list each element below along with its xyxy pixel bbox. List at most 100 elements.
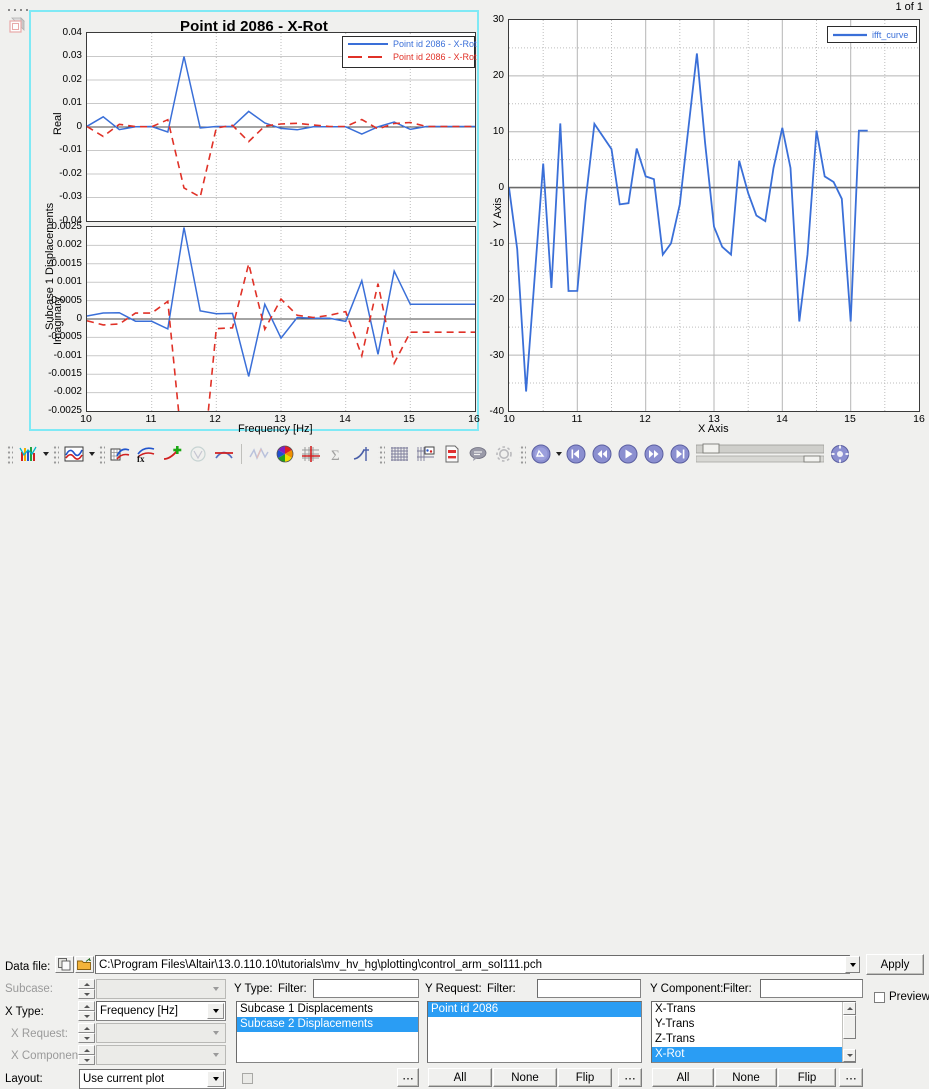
ycomponent-none-button[interactable]: None bbox=[715, 1068, 777, 1087]
settings-gear-icon[interactable] bbox=[491, 441, 517, 467]
yrequest-filter-input[interactable] bbox=[537, 979, 641, 998]
note-grid-icon[interactable] bbox=[413, 441, 439, 467]
plot-browser-icon[interactable] bbox=[61, 441, 87, 467]
yrequest-list[interactable]: Point id 2086 bbox=[427, 1001, 642, 1063]
scroll-up-icon[interactable] bbox=[843, 1002, 856, 1015]
layout-value: Use current plot bbox=[83, 1073, 165, 1085]
play-icon[interactable] bbox=[615, 441, 641, 467]
list-item[interactable]: Point id 2086 bbox=[428, 1002, 641, 1017]
xcomponent-combo[interactable] bbox=[96, 1045, 226, 1065]
list-item[interactable]: Z-Trans bbox=[652, 1032, 855, 1047]
xcomponent-combo-arrow[interactable] bbox=[207, 1047, 224, 1063]
yrequest-flip-button[interactable]: Flip bbox=[558, 1068, 612, 1087]
xtype-combo-arrow[interactable] bbox=[207, 1003, 224, 1019]
first-frame-icon[interactable] bbox=[563, 441, 589, 467]
ycomponent-list[interactable]: X-Trans Y-Trans Z-Trans X-Rot bbox=[651, 1001, 856, 1063]
plot-browser-dropdown-icon[interactable] bbox=[87, 443, 96, 465]
xrequest-spinner[interactable] bbox=[78, 1023, 95, 1043]
xtype-spinner[interactable] bbox=[78, 1001, 95, 1021]
ycomponent-all-button[interactable]: All bbox=[652, 1068, 714, 1087]
ytype-label: Y Type: bbox=[234, 983, 273, 995]
toolbar-grip[interactable] bbox=[378, 444, 385, 464]
animation-settings-icon[interactable] bbox=[827, 441, 853, 467]
list-item[interactable]: Y-Trans bbox=[652, 1017, 855, 1032]
ycomponent-flip-button[interactable]: Flip bbox=[778, 1068, 836, 1087]
curve-math-icon[interactable]: fx bbox=[133, 441, 159, 467]
apply-mode-dropdown-icon[interactable] bbox=[554, 443, 563, 465]
ytype-list[interactable]: Subcase 1 Displacements Subcase 2 Displa… bbox=[236, 1001, 419, 1063]
toolbar-grip[interactable] bbox=[52, 444, 59, 464]
signal-icon[interactable] bbox=[246, 441, 272, 467]
define-curves-icon[interactable] bbox=[107, 441, 133, 467]
pages-stack-icon[interactable] bbox=[6, 15, 26, 35]
build-plots-icon[interactable] bbox=[15, 441, 41, 467]
sum-icon[interactable]: Σ bbox=[324, 441, 350, 467]
data-file-dropdown-icon[interactable] bbox=[845, 956, 860, 973]
xrequest-combo[interactable] bbox=[96, 1023, 226, 1043]
xtype-combo[interactable]: Frequency [Hz] bbox=[96, 1001, 226, 1021]
xrequest-spin-up[interactable] bbox=[78, 1023, 95, 1033]
add-curve-icon[interactable] bbox=[159, 441, 185, 467]
list-item[interactable]: Subcase 1 Displacements bbox=[237, 1002, 418, 1017]
rewind-icon[interactable] bbox=[589, 441, 615, 467]
right-ytick: 10 bbox=[492, 126, 504, 137]
list-item[interactable]: X-Trans bbox=[652, 1002, 855, 1017]
preview-checkbox[interactable] bbox=[874, 992, 885, 1003]
right-plot-legend[interactable]: ifft_curve bbox=[827, 26, 917, 43]
right-axes[interactable] bbox=[508, 19, 920, 412]
color-wheel-icon[interactable] bbox=[272, 441, 298, 467]
ytype-extra-checkbox[interactable] bbox=[242, 1073, 253, 1084]
xcomponent-spin-up[interactable] bbox=[78, 1045, 95, 1055]
datum-icon[interactable] bbox=[350, 441, 376, 467]
list-item[interactable]: X-Rot bbox=[652, 1047, 855, 1062]
xcomponent-spin-down[interactable] bbox=[78, 1055, 95, 1065]
scroll-down-icon[interactable] bbox=[843, 1049, 856, 1062]
layout-combo[interactable]: Use current plot bbox=[79, 1069, 226, 1089]
scroll-thumb[interactable] bbox=[843, 1015, 856, 1039]
subcase-combo-arrow[interactable] bbox=[207, 981, 224, 997]
ycomponent-scrollbar[interactable] bbox=[842, 1002, 856, 1062]
curve-overlay-icon[interactable] bbox=[211, 441, 237, 467]
xrequest-combo-arrow[interactable] bbox=[207, 1025, 224, 1041]
ytype-filter-input[interactable] bbox=[313, 979, 419, 998]
subcase-combo[interactable] bbox=[96, 979, 226, 999]
toolbar-grip[interactable] bbox=[6, 444, 13, 464]
xtype-spin-up[interactable] bbox=[78, 1001, 95, 1011]
xcomponent-spinner[interactable] bbox=[78, 1045, 95, 1065]
layout-combo-arrow[interactable] bbox=[207, 1071, 224, 1087]
right-xtick: 11 bbox=[571, 413, 583, 425]
toolbar-grip[interactable] bbox=[98, 444, 105, 464]
xtype-spin-down[interactable] bbox=[78, 1011, 95, 1021]
page-note-icon[interactable] bbox=[439, 441, 465, 467]
build-plots-dropdown-icon[interactable] bbox=[41, 443, 50, 465]
lower-axes[interactable] bbox=[86, 226, 476, 412]
toolbar-grip[interactable] bbox=[519, 444, 526, 464]
forward-icon[interactable] bbox=[641, 441, 667, 467]
copy-path-icon[interactable] bbox=[55, 956, 74, 973]
animation-sliders[interactable] bbox=[695, 443, 825, 465]
open-file-icon[interactable] bbox=[75, 956, 94, 973]
list-item[interactable]: Subcase 2 Displacements bbox=[237, 1017, 418, 1032]
data-file-path[interactable]: C:\Program Files\Altair\13.0.110.10\tuto… bbox=[95, 955, 850, 974]
ycomponent-filter-input[interactable] bbox=[760, 979, 863, 998]
apply-mode-icon[interactable] bbox=[528, 441, 554, 467]
last-frame-icon[interactable] bbox=[667, 441, 693, 467]
xrequest-spin-down[interactable] bbox=[78, 1033, 95, 1043]
yrequest-all-button[interactable]: All bbox=[428, 1068, 492, 1087]
yrequest-none-button[interactable]: None bbox=[493, 1068, 557, 1087]
apply-button[interactable]: Apply bbox=[866, 954, 924, 975]
ycomponent-filter-label: Filter: bbox=[723, 983, 752, 995]
comment-icon[interactable] bbox=[465, 441, 491, 467]
grid-icon[interactable] bbox=[387, 441, 413, 467]
subcase-spin-down[interactable] bbox=[78, 989, 95, 999]
yrequest-more-button[interactable]: ⋯ bbox=[618, 1068, 642, 1087]
left-plot-legend[interactable]: Point id 2086 - X-Rot Point id 2086 - X-… bbox=[342, 36, 477, 68]
subcase-spin-up[interactable] bbox=[78, 979, 95, 989]
axes-icon[interactable] bbox=[298, 441, 324, 467]
ytype-more-button[interactable]: ⋯ bbox=[397, 1068, 419, 1087]
ycomponent-more-button[interactable]: ⋯ bbox=[839, 1068, 863, 1087]
right-ytick: -20 bbox=[489, 294, 504, 305]
vector-icon[interactable] bbox=[185, 441, 211, 467]
subcase-spinner[interactable] bbox=[78, 979, 95, 999]
left-xtick: 11 bbox=[145, 413, 157, 425]
